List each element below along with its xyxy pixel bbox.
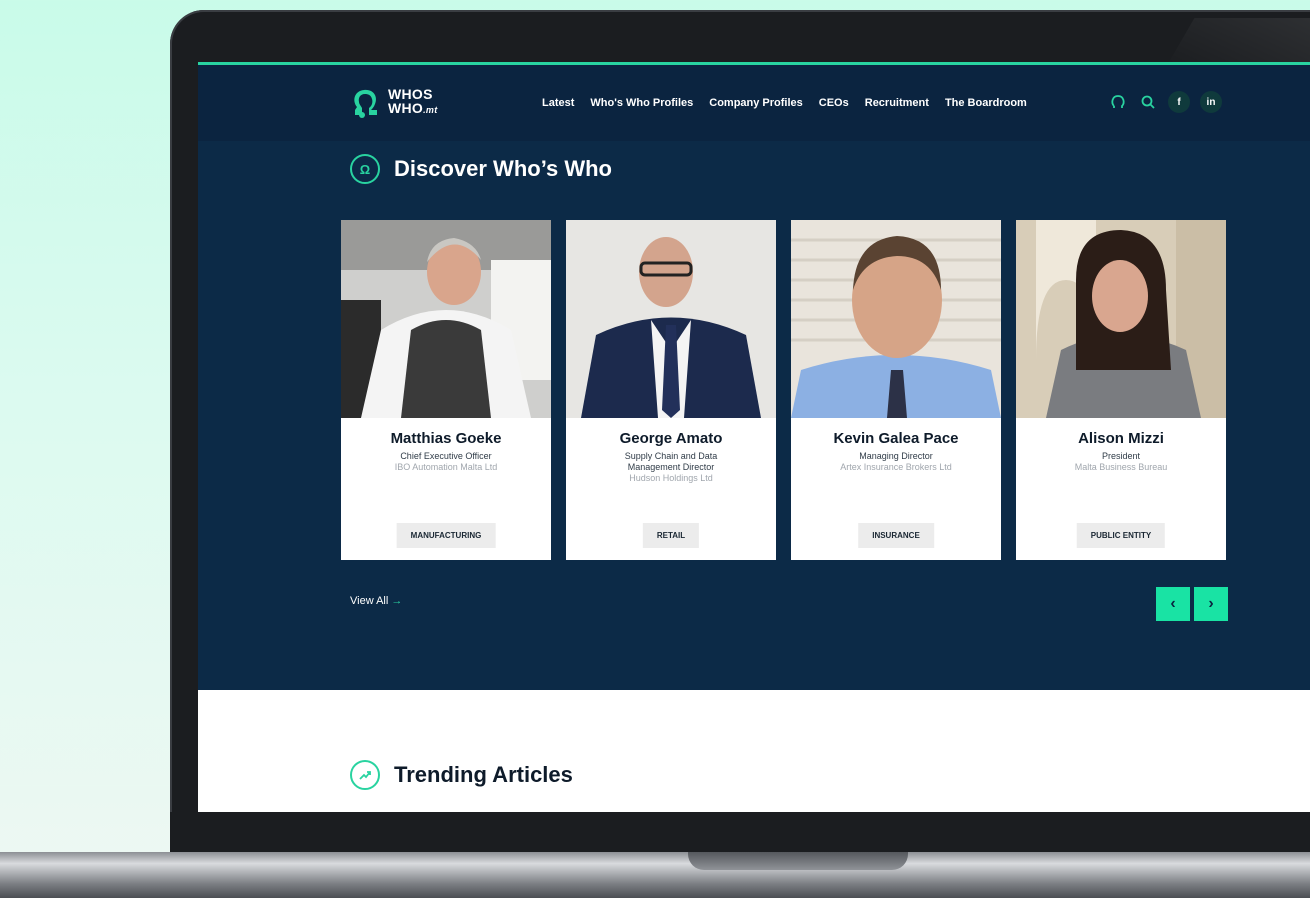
logo-suffix: .mt xyxy=(423,105,438,115)
screen: WHOS WHO.mt Latest Who's Who Profiles Co… xyxy=(198,62,1310,812)
profile-card[interactable]: Kevin Galea Pace Managing Director Artex… xyxy=(791,220,1001,560)
profile-photo xyxy=(566,220,776,418)
logo[interactable]: WHOS WHO.mt xyxy=(350,85,438,119)
main-menu: Latest Who's Who Profiles Company Profil… xyxy=(542,97,1027,109)
profile-company: Malta Business Bureau xyxy=(1074,462,1168,472)
profile-name: Alison Mizzi xyxy=(1078,430,1164,447)
nav-ceos[interactable]: CEOs xyxy=(819,97,849,109)
profile-company: Hudson Holdings Ltd xyxy=(629,473,713,483)
industry-tag[interactable]: RETAIL xyxy=(642,523,700,548)
nav-icons: f in xyxy=(1108,91,1222,113)
nav-recruitment[interactable]: Recruitment xyxy=(865,97,929,109)
industry-tag[interactable]: INSURANCE xyxy=(858,523,934,548)
arrow-right-icon: → xyxy=(391,595,403,607)
profile-role: Supply Chain and Data Management Directo… xyxy=(624,451,718,472)
profile-company: IBO Automation Malta Ltd xyxy=(394,462,498,472)
laptop-base xyxy=(0,852,1310,898)
profile-role: Chief Executive Officer xyxy=(400,451,492,461)
profile-role: Managing Director xyxy=(859,451,933,461)
discover-heading: Ω Discover Who’s Who xyxy=(350,154,612,184)
view-all-label: View All xyxy=(350,595,389,607)
profile-name: Kevin Galea Pace xyxy=(833,430,959,447)
industry-tag[interactable]: PUBLIC ENTITY xyxy=(1076,523,1166,548)
profile-photo xyxy=(1016,220,1226,418)
search-icon[interactable] xyxy=(1138,92,1158,112)
logo-line2: WHO xyxy=(388,100,424,116)
omega-icon[interactable] xyxy=(1108,92,1128,112)
profile-company: Artex Insurance Brokers Ltd xyxy=(840,462,952,472)
profile-card[interactable]: George Amato Supply Chain and Data Manag… xyxy=(566,220,776,560)
profile-name: George Amato xyxy=(619,430,723,447)
linkedin-icon[interactable]: in xyxy=(1200,91,1222,113)
trending-heading: Trending Articles xyxy=(350,760,573,790)
next-button[interactable]: › xyxy=(1194,587,1228,621)
logo-line1: WHOS xyxy=(388,86,433,102)
nav-company-profiles[interactable]: Company Profiles xyxy=(709,97,803,109)
profile-photo xyxy=(341,220,551,418)
profile-role: President xyxy=(1101,451,1141,461)
nav-whos-who-profiles[interactable]: Who's Who Profiles xyxy=(590,97,693,109)
nav-latest[interactable]: Latest xyxy=(542,97,574,109)
profile-photo xyxy=(791,220,1001,418)
discover-title: Discover Who’s Who xyxy=(394,156,612,181)
facebook-icon[interactable]: f xyxy=(1168,91,1190,113)
header-nav: WHOS WHO.mt Latest Who's Who Profiles Co… xyxy=(198,65,1310,141)
laptop-notch xyxy=(688,852,908,870)
carousel-controls: ‹ › xyxy=(1156,587,1228,621)
profile-name: Matthias Goeke xyxy=(390,430,502,447)
view-all-link[interactable]: View All → xyxy=(350,595,402,607)
industry-tag[interactable]: MANUFACTURING xyxy=(396,523,496,548)
logo-text: WHOS WHO.mt xyxy=(388,87,438,117)
prev-button[interactable]: ‹ xyxy=(1156,587,1190,621)
profile-card[interactable]: Alison Mizzi President Malta Business Bu… xyxy=(1016,220,1226,560)
nav-the-boardroom[interactable]: The Boardroom xyxy=(945,97,1027,109)
trending-section: Trending Articles xyxy=(198,690,1310,812)
trending-up-icon xyxy=(350,760,380,790)
profile-card[interactable]: Matthias Goeke Chief Executive Officer I… xyxy=(341,220,551,560)
trending-title: Trending Articles xyxy=(394,762,573,787)
laptop-chin xyxy=(170,812,1310,852)
omega-circle-icon: Ω xyxy=(350,154,380,184)
omega-logo-icon xyxy=(354,89,377,118)
